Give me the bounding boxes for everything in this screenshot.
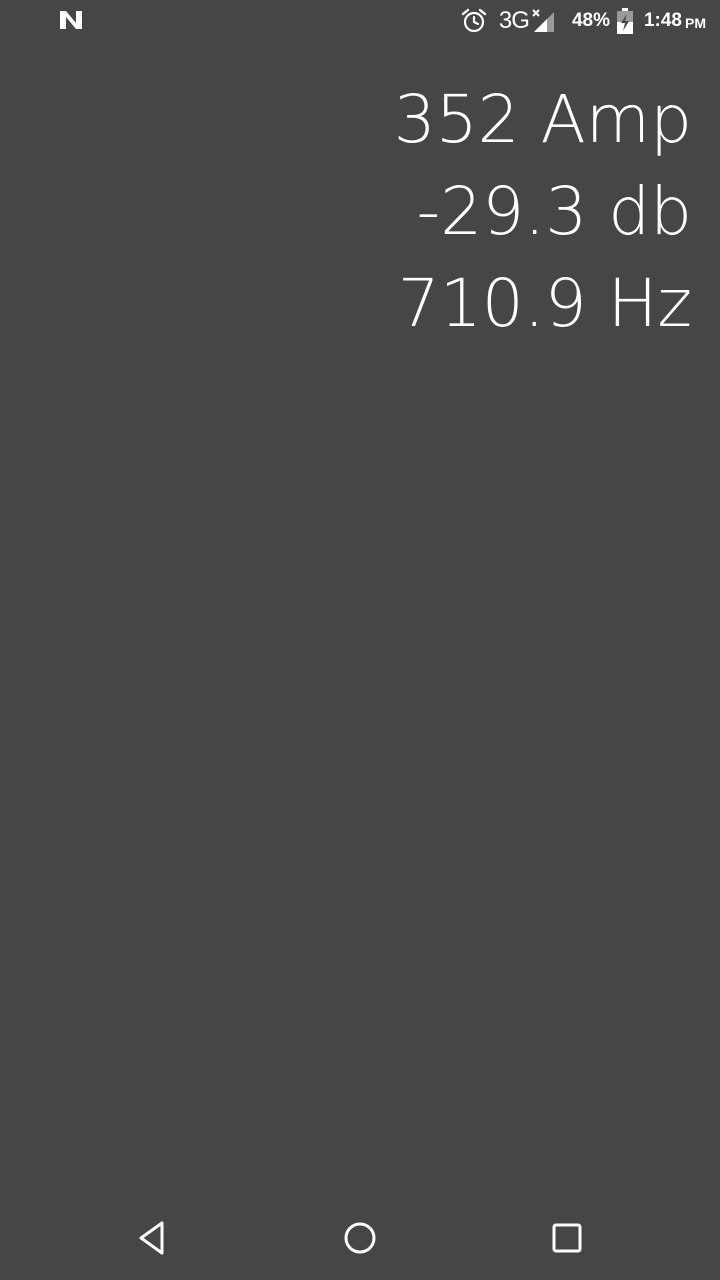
decibel-readout: -29.3 db bbox=[416, 173, 692, 250]
frequency-readout: 710.9 Hz bbox=[397, 265, 692, 342]
status-bar: 3G 48% 1:48 PM bbox=[0, 0, 720, 42]
alarm-clock-icon bbox=[461, 8, 487, 33]
clock: 1:48 bbox=[643, 10, 682, 31]
recents-square-icon bbox=[552, 1223, 582, 1253]
status-icons: 3G 48% 1:48 PM bbox=[461, 6, 706, 36]
signal-no-data-icon bbox=[532, 9, 554, 32]
recents-button[interactable] bbox=[545, 1216, 589, 1260]
navigation-bar bbox=[0, 1196, 720, 1280]
measurement-readouts: 352 Amp -29.3 db 710.9 Hz bbox=[394, 74, 692, 350]
amplitude-readout: 352 Amp bbox=[393, 81, 692, 158]
clock-ampm: PM bbox=[685, 14, 706, 31]
home-circle-icon bbox=[344, 1222, 376, 1254]
battery-percent: 48% bbox=[571, 10, 610, 31]
home-button[interactable] bbox=[338, 1216, 382, 1260]
back-triangle-icon bbox=[139, 1221, 164, 1255]
back-button[interactable] bbox=[131, 1216, 175, 1260]
battery-charging-icon bbox=[616, 8, 633, 34]
network-type: 3G bbox=[498, 7, 530, 34]
n-logo-icon bbox=[60, 11, 82, 29]
